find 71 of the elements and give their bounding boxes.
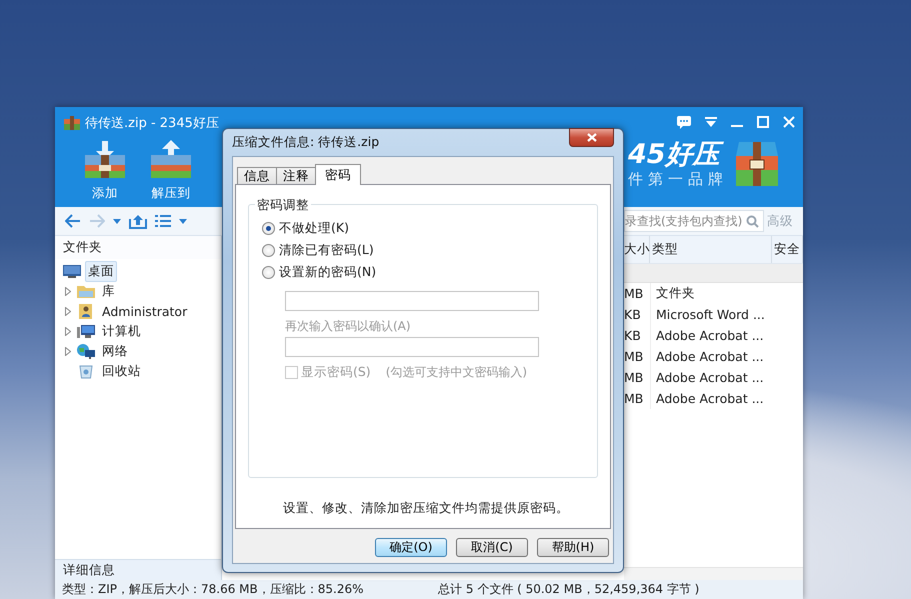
type-cell: Adobe Acrobat ... xyxy=(650,367,772,388)
folder-tree-item[interactable]: 回收站 xyxy=(99,360,144,382)
caret-icon[interactable] xyxy=(113,218,121,224)
file-total: 总计 5 个文件 ( 50.02 MB，52,459,364 字节 ) xyxy=(438,581,700,598)
radio-button[interactable] xyxy=(262,266,275,278)
radio-label[interactable]: 清除已有密码(L) xyxy=(279,242,374,258)
column-header[interactable]: 类型 xyxy=(650,236,772,263)
archive-app-icon xyxy=(64,116,80,130)
type-cell: Microsoft Word ... xyxy=(650,304,772,325)
radio-label[interactable]: 不做处理(K) xyxy=(279,220,349,236)
dialog-title: 压缩文件信息: 待传送.zip xyxy=(232,134,380,151)
dialog-button[interactable]: 确定(O) xyxy=(375,538,447,557)
caret-icon[interactable] xyxy=(179,218,187,224)
globe-monitor-icon xyxy=(76,343,96,359)
dialog-button[interactable]: 帮助(H) xyxy=(537,538,609,557)
logo-slogan: 件第一品牌 xyxy=(628,170,728,188)
tab[interactable]: 注释 xyxy=(276,167,316,184)
folder-tree-item[interactable]: Administrator xyxy=(99,302,190,320)
note-text: 设置、修改、清除加密压缩文件均需提供原密码。 xyxy=(283,500,569,515)
computer-icon xyxy=(76,323,96,339)
close-icon xyxy=(586,133,596,142)
size-cell-text: MB xyxy=(624,286,644,301)
details-label: 详细信息 xyxy=(63,562,115,578)
type-cell: Adobe Acrobat ... xyxy=(650,388,772,409)
list-view-icon[interactable] xyxy=(155,215,171,227)
type-cell: Adobe Acrobat ... xyxy=(650,325,772,346)
type-cell: Adobe Acrobat ... xyxy=(650,346,772,367)
size-cell-text: MB xyxy=(624,391,644,406)
size-cell-text: MB xyxy=(624,370,644,385)
size-cell-text: KB xyxy=(624,307,642,322)
group-title: 密码调整 xyxy=(255,197,311,214)
type-cell: 文件夹 xyxy=(650,283,772,304)
window-title: 待传送.zip - 2345好压 xyxy=(85,115,219,132)
up-folder-icon[interactable] xyxy=(129,214,147,228)
expand-arrow-icon[interactable] xyxy=(65,306,71,316)
hint-text: (勾选可支持中文密码输入) xyxy=(386,364,528,381)
folder-tree-item[interactable]: 库 xyxy=(99,280,118,302)
folder-tree-item[interactable]: 桌面 xyxy=(85,260,117,282)
radio-button[interactable] xyxy=(262,244,275,256)
dialog-button[interactable]: 取消(C) xyxy=(456,538,528,557)
size-cell-text: KB xyxy=(624,328,642,343)
expand-arrow-icon[interactable] xyxy=(65,346,71,356)
pane-title: 文件夹 xyxy=(63,239,102,256)
radio-button[interactable] xyxy=(262,222,275,234)
maximize-icon[interactable] xyxy=(757,116,769,128)
dropdown-menu-icon[interactable] xyxy=(705,117,717,127)
search-field[interactable]: 录查找(支持包内查找) xyxy=(624,210,764,232)
folder-icon xyxy=(76,283,96,299)
tab[interactable]: 密码 xyxy=(315,164,361,185)
folder-tree-item[interactable]: 网络 xyxy=(99,340,131,362)
field-label: 再次输入密码以确认(A) xyxy=(285,318,411,334)
expand-arrow-icon[interactable] xyxy=(65,326,71,336)
close-button[interactable] xyxy=(569,128,614,147)
tab[interactable]: 信息 xyxy=(237,167,277,184)
extract-button[interactable]: 解压到 xyxy=(144,139,198,202)
add-button[interactable]: 添加 xyxy=(78,139,132,202)
archive-summary: 类型：ZIP，解压后大小：78.66 MB，压缩比：85.26% xyxy=(62,581,365,598)
logo-wordmark: 45好压 xyxy=(628,140,728,170)
size-cell-text: MB xyxy=(624,349,644,364)
expand-arrow-icon[interactable] xyxy=(65,286,71,296)
radio-label[interactable]: 设置新的密码(N) xyxy=(279,264,376,280)
search-icon xyxy=(746,214,759,228)
speech-bubble-icon[interactable] xyxy=(677,116,691,128)
archive-up-arrow-icon xyxy=(148,139,194,181)
archive-down-arrow-icon xyxy=(82,139,128,181)
monitor-icon xyxy=(62,263,82,279)
back-arrow-icon[interactable] xyxy=(65,214,81,228)
horizontal-scrollbar[interactable] xyxy=(624,567,803,580)
column-header[interactable]: 安全 xyxy=(772,236,803,263)
folder-tree-item[interactable]: 计算机 xyxy=(99,320,144,342)
close-icon[interactable] xyxy=(783,116,795,128)
